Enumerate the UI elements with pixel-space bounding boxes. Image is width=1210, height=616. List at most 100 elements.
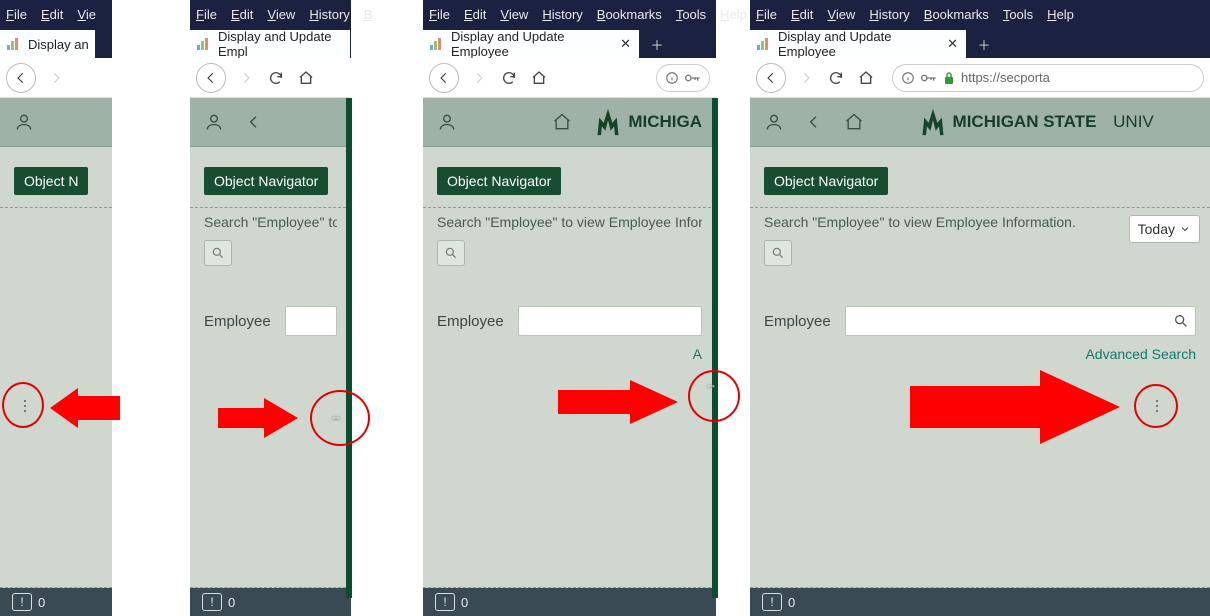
nav-forward-button [796, 68, 816, 88]
info-icon [901, 71, 915, 85]
resize-cursor-icon: ⇔ [705, 378, 717, 392]
menu-view[interactable]: View [500, 7, 528, 22]
menu-bookmarks[interactable]: B [364, 7, 373, 22]
menu-file[interactable]: File [429, 7, 450, 22]
messages-icon[interactable]: ! [202, 593, 222, 611]
menu-view[interactable]: Vie [77, 7, 96, 22]
menu-file[interactable]: File [6, 7, 27, 22]
nav-back-button[interactable] [429, 63, 459, 93]
tab-title: Display and Update Employee [451, 30, 612, 58]
url-text: https://secporta [961, 70, 1050, 85]
messages-icon[interactable]: ! [435, 593, 455, 611]
menu-help[interactable]: Help [720, 7, 747, 22]
nav-forward-button [469, 68, 489, 88]
today-dropdown[interactable]: Today [1129, 215, 1200, 243]
tab-title: Display and Update Empl [218, 30, 344, 58]
url-security-pill[interactable] [656, 64, 710, 92]
info-icon [665, 71, 679, 85]
search-button[interactable] [764, 240, 792, 266]
tab-add-button[interactable]: ＋ [643, 30, 671, 58]
employee-input[interactable] [285, 306, 337, 336]
menu-edit[interactable]: Edit [41, 7, 63, 22]
menu-bookmarks[interactable]: Bookmarks [597, 7, 662, 22]
browser-tab[interactable]: Display and Update Employee ✕ [750, 30, 966, 58]
advanced-search-link[interactable]: A [693, 346, 702, 362]
user-icon[interactable] [204, 112, 224, 132]
advanced-search-link[interactable]: Advanced Search [1085, 346, 1196, 362]
nav-reload-button[interactable] [499, 68, 519, 88]
nav-reload-button[interactable] [826, 68, 846, 88]
user-icon[interactable] [764, 112, 784, 132]
nav-forward-button [236, 68, 256, 88]
tab-title: Display and Update Employee [778, 30, 939, 58]
nav-home-button[interactable] [529, 68, 549, 88]
tab-title: Display an [28, 37, 89, 52]
tab-favicon [6, 36, 22, 52]
resize-cursor-icon: ⇔ [330, 410, 342, 424]
menu-file[interactable]: File [756, 7, 777, 22]
tab-favicon [756, 36, 772, 52]
menu-edit[interactable]: Edit [464, 7, 486, 22]
object-navigator-button[interactable]: Object Navigator [764, 167, 888, 195]
menu-help[interactable]: Help [1047, 7, 1074, 22]
employee-input[interactable] [518, 306, 702, 336]
messages-count: 0 [38, 595, 45, 610]
employee-label: Employee [204, 313, 271, 330]
search-hint: Search "Employee" to view Employee Infor… [437, 214, 702, 230]
tab-close-icon[interactable]: ✕ [945, 36, 960, 52]
browser-tab[interactable]: Display an [0, 30, 95, 58]
menu-bookmarks[interactable]: Bookmarks [924, 7, 989, 22]
browser-tab[interactable]: Display and Update Empl [190, 30, 350, 58]
splitter-handle-dots[interactable] [1154, 400, 1160, 412]
menu-view[interactable]: View [827, 7, 855, 22]
object-navigator-button[interactable]: Object Navigator [204, 167, 328, 195]
menu-file[interactable]: File [196, 7, 217, 22]
menu-tools[interactable]: Tools [676, 7, 706, 22]
menu-edit[interactable]: Edit [791, 7, 813, 22]
menu-history[interactable]: History [869, 7, 909, 22]
search-button[interactable] [437, 240, 465, 266]
object-navigator-button[interactable]: Object N [14, 167, 88, 195]
nav-back-button[interactable] [6, 63, 36, 93]
employee-input[interactable] [845, 306, 1196, 336]
menu-edit[interactable]: Edit [231, 7, 253, 22]
lock-icon [943, 71, 955, 85]
search-hint: Search "Employee" to vie [204, 214, 337, 230]
splitter-handle-dots[interactable] [22, 400, 28, 412]
messages-count: 0 [461, 595, 468, 610]
search-button[interactable] [204, 240, 232, 266]
employee-label: Employee [437, 313, 504, 330]
nav-back-button[interactable] [756, 63, 786, 93]
menu-history[interactable]: History [309, 7, 349, 22]
menu-tools[interactable]: Tools [1003, 7, 1033, 22]
messages-count: 0 [788, 595, 795, 610]
chevron-down-icon [1179, 223, 1191, 235]
user-icon[interactable] [14, 112, 34, 132]
menu-view[interactable]: View [267, 7, 295, 22]
nav-home-button[interactable] [856, 68, 876, 88]
nav-forward-button [46, 68, 66, 88]
search-icon [1173, 313, 1189, 329]
tab-add-button[interactable]: ＋ [970, 30, 998, 58]
url-bar[interactable]: https://secporta [892, 64, 1204, 92]
app-back-icon[interactable] [806, 114, 822, 130]
user-icon[interactable] [437, 112, 457, 132]
object-navigator-button[interactable]: Object Navigator [437, 167, 561, 195]
browser-tab[interactable]: Display and Update Employee ✕ [423, 30, 639, 58]
nav-home-button[interactable] [296, 68, 316, 88]
app-back-icon[interactable] [246, 114, 262, 130]
messages-count: 0 [228, 595, 235, 610]
menu-history[interactable]: History [542, 7, 582, 22]
employee-label: Employee [764, 313, 831, 330]
app-home-icon[interactable] [844, 112, 864, 132]
app-home-icon[interactable] [552, 112, 572, 132]
tab-favicon [196, 36, 212, 52]
messages-icon[interactable]: ! [762, 593, 782, 611]
brand-logo: MICHIGAN STATE UNIV [919, 107, 1154, 137]
tab-close-icon[interactable]: ✕ [618, 36, 633, 52]
nav-back-button[interactable] [196, 63, 226, 93]
messages-icon[interactable]: ! [12, 593, 32, 611]
tab-favicon [429, 36, 445, 52]
nav-reload-button[interactable] [266, 68, 286, 88]
brand-logo: MICHIGA [594, 107, 702, 137]
